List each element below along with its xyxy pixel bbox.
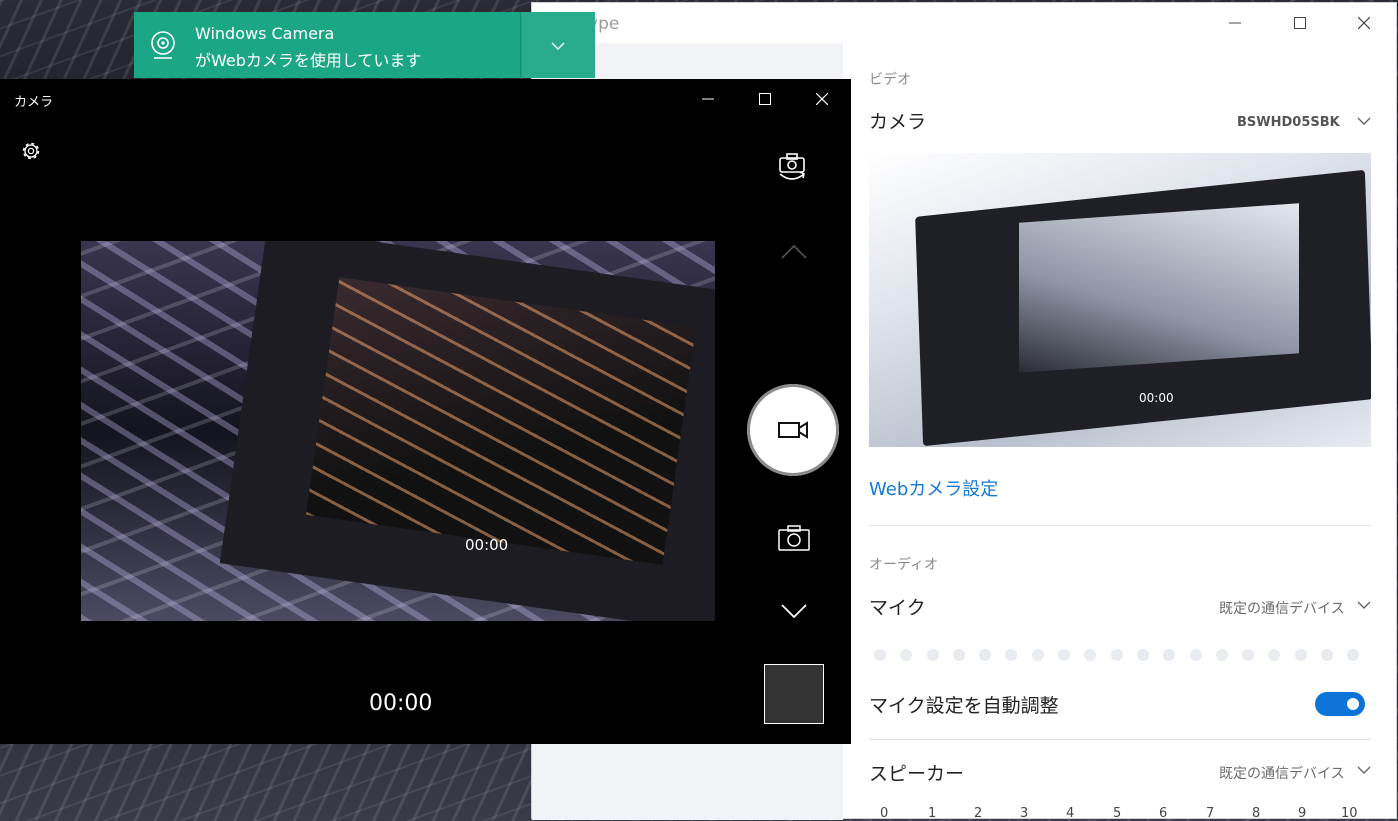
preview-timer-text: 00:00 (1139, 391, 1174, 405)
audio-section-label: オーディオ (869, 557, 939, 573)
camera-minimize-button[interactable] (685, 79, 731, 119)
camera-viewfinder: 00:00 (81, 241, 715, 621)
auto-adjust-toggle[interactable] (1315, 692, 1365, 716)
volume-scale-tick: 5 (1113, 806, 1122, 821)
webcam-icon (151, 31, 175, 59)
maximize-icon (759, 93, 771, 105)
viewfinder-timer-text: 00:00 (465, 536, 509, 554)
mic-setting-label: マイク (869, 597, 926, 619)
divider (869, 739, 1371, 740)
volume-scale-tick: 8 (1252, 806, 1261, 821)
volume-scale-tick: 6 (1159, 806, 1168, 821)
skype-maximize-button[interactable] (1277, 3, 1323, 43)
camera-preview: 00:00 (869, 153, 1371, 447)
camera-app-window: カメラ 00:00 00:00 (0, 79, 851, 744)
video-section-label: ビデオ (869, 72, 911, 88)
record-video-button[interactable] (747, 384, 839, 476)
last-capture-thumbnail[interactable] (764, 664, 824, 724)
minimize-icon (702, 98, 714, 100)
volume-scale-tick: 7 (1206, 806, 1215, 821)
mic-device-dropdown[interactable]: 既定の通信デバイス (1219, 598, 1345, 618)
recording-timer: 00:00 (369, 691, 433, 716)
speaker-device-dropdown[interactable]: 既定の通信デバイス (1219, 763, 1345, 783)
photo-mode-icon[interactable] (778, 525, 810, 551)
chevron-down-icon[interactable] (1357, 600, 1371, 610)
volume-scale-tick: 4 (1066, 806, 1075, 821)
skype-close-button[interactable] (1341, 3, 1387, 43)
chevron-down-icon (551, 42, 565, 50)
auto-adjust-label: マイク設定を自動調整 (869, 695, 1059, 717)
video-camera-icon (778, 421, 808, 439)
volume-scale-tick: 10 (1341, 806, 1358, 821)
camera-maximize-button[interactable] (742, 79, 788, 119)
volume-scale-tick: 3 (1020, 806, 1029, 821)
volume-scale-tick: 1 (928, 806, 937, 821)
webcam-settings-link[interactable]: Webカメラ設定 (869, 475, 998, 501)
chevron-up-icon[interactable] (781, 245, 807, 259)
close-icon (816, 93, 828, 105)
camera-device-dropdown[interactable]: BSWHD05SBK (1237, 115, 1340, 130)
volume-scale-tick: 0 (880, 806, 889, 821)
camera-window-title: カメラ (14, 95, 54, 110)
speaker-setting-label: スピーカー (869, 763, 965, 785)
camera-close-button[interactable] (799, 79, 845, 119)
audio-video-settings-panel: ビデオ カメラ BSWHD05SBK 00:00 Webカメラ設定 オーディオ … (844, 43, 1398, 821)
chevron-down-icon[interactable] (1357, 765, 1371, 775)
camera-in-use-notification[interactable]: Windows Camera がWebカメラを使用しています (134, 12, 595, 78)
divider (869, 525, 1371, 526)
notification-message: がWebカメラを使用しています (195, 51, 422, 70)
close-icon (1358, 17, 1370, 29)
volume-scale-tick: 9 (1298, 806, 1307, 821)
settings-gear-icon[interactable] (19, 139, 43, 163)
toggle-knob (1347, 698, 1359, 710)
camera-setting-label: カメラ (869, 111, 927, 133)
notification-app-name: Windows Camera (195, 24, 335, 43)
maximize-icon (1294, 17, 1306, 29)
skype-titlebar: S Skype (532, 3, 1396, 43)
notification-expand-button[interactable] (522, 12, 595, 78)
volume-scale-tick: 2 (974, 806, 983, 821)
chevron-down-icon[interactable] (1357, 116, 1371, 126)
mic-level-meter (874, 646, 1374, 661)
switch-camera-icon[interactable] (776, 152, 810, 182)
minimize-icon (1229, 22, 1241, 24)
skype-minimize-button[interactable] (1212, 3, 1258, 43)
chevron-down-icon[interactable] (781, 604, 807, 618)
